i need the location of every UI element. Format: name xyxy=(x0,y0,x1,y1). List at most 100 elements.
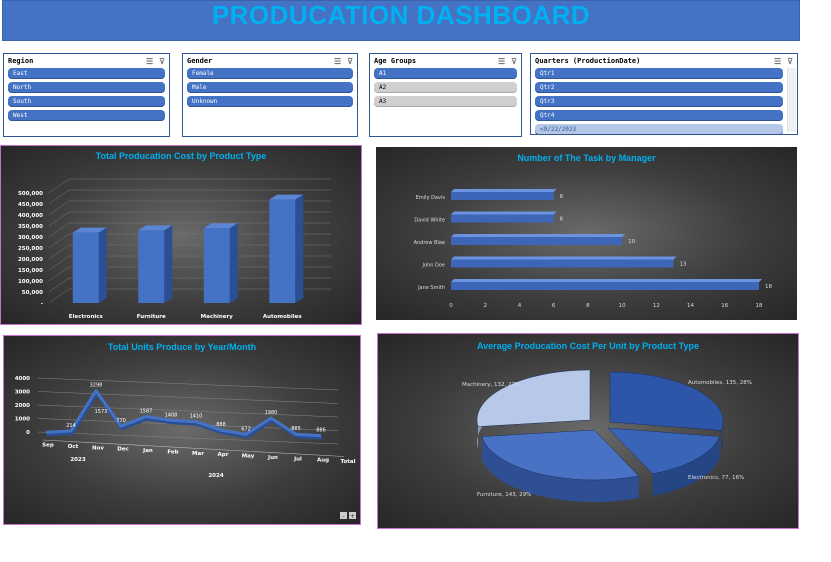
dashboard-title: PRODUCATION DASHBOARD xyxy=(211,0,591,30)
data-label: 10 xyxy=(628,239,635,245)
y-tick-label: 300,000 xyxy=(18,235,43,241)
slicer-item-east[interactable]: East xyxy=(8,68,165,79)
slicer-item-west[interactable]: West xyxy=(8,110,165,121)
series-line-shadow xyxy=(46,390,323,440)
bar-side xyxy=(295,194,304,303)
bar-side xyxy=(164,225,173,303)
y-tick-label: 150,000 xyxy=(18,268,43,274)
bar xyxy=(269,199,296,303)
grid-line xyxy=(48,211,70,227)
cost-by-product-chart: Total Producation Cost by Product Type 5… xyxy=(0,145,362,325)
region-slicer[interactable]: Region ☰ ⊽ East North South West xyxy=(3,53,170,137)
quarters-slicer[interactable]: Quarters (ProductionDate) ☰ ⊽ Qtr1 Qtr2 Q… xyxy=(530,53,798,135)
slicer-item-a2[interactable]: A2 xyxy=(374,82,517,93)
year-label: 2024 xyxy=(208,473,223,479)
y-tick-label: 500,000 xyxy=(18,191,43,197)
slicer-item-a3[interactable]: A3 xyxy=(374,96,517,107)
slicer-item-a1[interactable]: A1 xyxy=(374,68,517,79)
y-tick-label: 50,000 xyxy=(22,290,43,296)
slicer-header: Age Groups ☰ ⊽ xyxy=(370,54,521,68)
y-tick-label: 3000 xyxy=(15,390,30,396)
x-tick-label: Mar xyxy=(192,451,204,457)
x-tick-label: Dec xyxy=(117,447,129,453)
data-label: 6 xyxy=(560,217,564,223)
x-tick-label: Jul xyxy=(293,456,302,462)
data-label: 18 xyxy=(765,284,772,290)
slicer-item-qtr2[interactable]: Qtr2 xyxy=(535,82,783,93)
y-tick-label: 200,000 xyxy=(18,257,43,263)
line-chart-svg: 4000 3000 2000 1000 0 214 3298 770 1587 1408 1410 8… xyxy=(15,376,356,520)
clear-filter-icon[interactable]: ⊽ xyxy=(347,57,353,66)
x-tick-label: 14 xyxy=(687,303,694,309)
grid-line xyxy=(37,377,339,391)
y-tick-label: 0 xyxy=(26,430,30,436)
multi-select-icon[interactable]: ☰ xyxy=(774,57,781,66)
multi-select-icon[interactable]: ☰ xyxy=(146,57,153,66)
data-label: 672 xyxy=(241,426,251,432)
y-tick-label: 100,000 xyxy=(18,279,43,285)
clear-filter-icon[interactable]: ⊽ xyxy=(159,57,165,66)
y-tick-label: 250,000 xyxy=(18,246,43,252)
clear-filter-icon[interactable]: ⊽ xyxy=(511,57,517,66)
x-tick-label: 10 xyxy=(619,303,626,309)
bar xyxy=(451,282,759,290)
x-tick-label: Feb xyxy=(167,449,178,455)
grid-line xyxy=(48,277,70,293)
slicer-item-male[interactable]: Male xyxy=(187,82,353,93)
multi-select-icon[interactable]: ☰ xyxy=(498,57,505,66)
pie-chart-svg: Automobiles, 135, 28% Electronics, 77, 16… xyxy=(462,369,752,502)
x-tick-label: Jun xyxy=(267,455,278,461)
avg-cost-pie-chart: Average Producation Cost Per Unit by Pro… xyxy=(377,333,799,529)
slicer-item-south[interactable]: South xyxy=(8,96,165,107)
gender-slicer[interactable]: Gender ☰ ⊽ Female Male Unknown xyxy=(182,53,358,137)
x-tick-label: Machinery xyxy=(201,314,234,320)
x-tick-label: 16 xyxy=(721,303,728,309)
bar-top xyxy=(451,279,762,282)
pie-slice xyxy=(476,369,591,427)
bar-chart-svg: 500,000 450,000 400,000 350,000 300,000 250,0… xyxy=(18,178,331,320)
x-tick-label: Total xyxy=(340,459,355,465)
x-tick-label: Furniture xyxy=(137,314,166,320)
hbar-chart-svg: 0 2 4 6 8 10 12 14 16 18 Emily Davis 6 David White 6 A… xyxy=(414,189,772,309)
y-tick-label: Andrew Blae xyxy=(414,240,445,246)
slicer-item-qtr3[interactable]: Qtr3 xyxy=(535,96,783,107)
data-label: 888 xyxy=(216,422,226,428)
slice-label: Furniture, 143, 29% xyxy=(477,492,531,498)
grid-line xyxy=(48,244,70,260)
x-tick-label: May xyxy=(242,454,255,460)
slicer-item-before-date[interactable]: <9/22/2023 xyxy=(535,124,783,135)
y-tick-label: David White xyxy=(414,218,445,224)
grid-line xyxy=(48,189,70,205)
grid-line xyxy=(48,266,70,282)
grid-line xyxy=(48,288,70,304)
slicer-title: Quarters (ProductionDate) xyxy=(535,57,641,65)
bar-top xyxy=(451,234,626,237)
x-tick-label: 8 xyxy=(586,303,590,309)
slicer-item-qtr4[interactable]: Qtr4 xyxy=(535,110,783,121)
bar-top xyxy=(451,189,557,192)
slicer-item-female[interactable]: Female xyxy=(187,68,353,79)
grid-line xyxy=(48,200,70,216)
slicer-title: Region xyxy=(8,57,34,65)
bar xyxy=(451,214,554,223)
y-tick-label: John Doe xyxy=(422,263,445,269)
slicer-header: Quarters (ProductionDate) ☰ ⊽ xyxy=(531,54,797,68)
slicer-item-unknown[interactable]: Unknown xyxy=(187,96,353,107)
y-tick-label: Emily Davis xyxy=(416,195,446,201)
bar-side xyxy=(98,227,107,303)
x-tick-label: 12 xyxy=(653,303,660,309)
y-tick-label: 2000 xyxy=(15,403,30,409)
data-label: 1408 xyxy=(165,412,178,418)
slicer-scrollbar[interactable] xyxy=(787,68,796,132)
bar xyxy=(451,259,674,268)
slicer-item-north[interactable]: North xyxy=(8,82,165,93)
x-tick-label: Aug xyxy=(317,458,329,464)
x-tick-label: Sep xyxy=(42,443,54,449)
slice-label: Automobiles, 135, 28% xyxy=(688,380,752,386)
x-tick-label: 2 xyxy=(483,303,487,309)
clear-filter-icon[interactable]: ⊽ xyxy=(787,57,793,66)
multi-select-icon[interactable]: ☰ xyxy=(334,57,341,66)
slicer-title: Gender xyxy=(187,57,213,65)
slicer-item-qtr1[interactable]: Qtr1 xyxy=(535,68,783,79)
age-groups-slicer[interactable]: Age Groups ☰ ⊽ A1 A2 A3 xyxy=(369,53,522,137)
